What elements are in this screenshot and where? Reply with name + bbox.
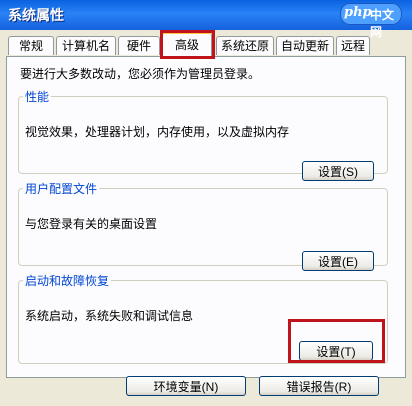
performance-group: 性能 视觉效果，处理器计划，内存使用，以及虚拟内存 设置(S): [18, 88, 388, 181]
performance-description: 视觉效果，处理器计划，内存使用，以及虚拟内存: [25, 125, 290, 139]
performance-settings-button[interactable]: 设置(S): [302, 161, 374, 181]
error-reporting-button[interactable]: 错误报告(R): [259, 376, 379, 396]
user-profiles-title: 用户配置文件: [25, 182, 98, 196]
startup-recovery-group: 启动和故障恢复 系统启动，系统失败和调试信息 设置(T): [18, 272, 388, 364]
title-bar: 系统属性 php 中文网: [0, 0, 412, 39]
admin-notice: 要进行大多数改动，您必须作为管理员登录。: [20, 67, 261, 81]
user-profiles-settings-button[interactable]: 设置(E): [302, 251, 374, 271]
tab-strip: 常规 计算机名 硬件 高级 系统还原 自动更新 远程: [0, 30, 412, 58]
user-profiles-group: 用户配置文件 与您登录有关的桌面设置 设置(E): [18, 180, 388, 271]
tab-hardware[interactable]: 硬件: [118, 36, 160, 55]
startup-recovery-settings-button[interactable]: 设置(T): [299, 341, 373, 361]
startup-recovery-title: 启动和故障恢复: [25, 274, 110, 288]
window-title: 系统属性: [8, 8, 64, 24]
tab-general[interactable]: 常规: [8, 36, 54, 55]
tab-automatic-updates[interactable]: 自动更新: [276, 36, 334, 55]
tab-system-restore[interactable]: 系统还原: [216, 36, 274, 55]
startup-recovery-description: 系统启动，系统失败和调试信息: [25, 309, 194, 323]
tab-remote[interactable]: 远程: [336, 36, 370, 55]
user-profiles-description: 与您登录有关的桌面设置: [25, 217, 158, 231]
tab-advanced[interactable]: 高级: [162, 32, 212, 58]
tab-computer-name[interactable]: 计算机名: [56, 36, 116, 55]
performance-title: 性能: [25, 90, 50, 104]
watermark-php: php: [344, 5, 372, 20]
watermark-logo: php 中文网: [340, 3, 402, 39]
environment-variables-button[interactable]: 环境变量(N): [126, 376, 246, 396]
